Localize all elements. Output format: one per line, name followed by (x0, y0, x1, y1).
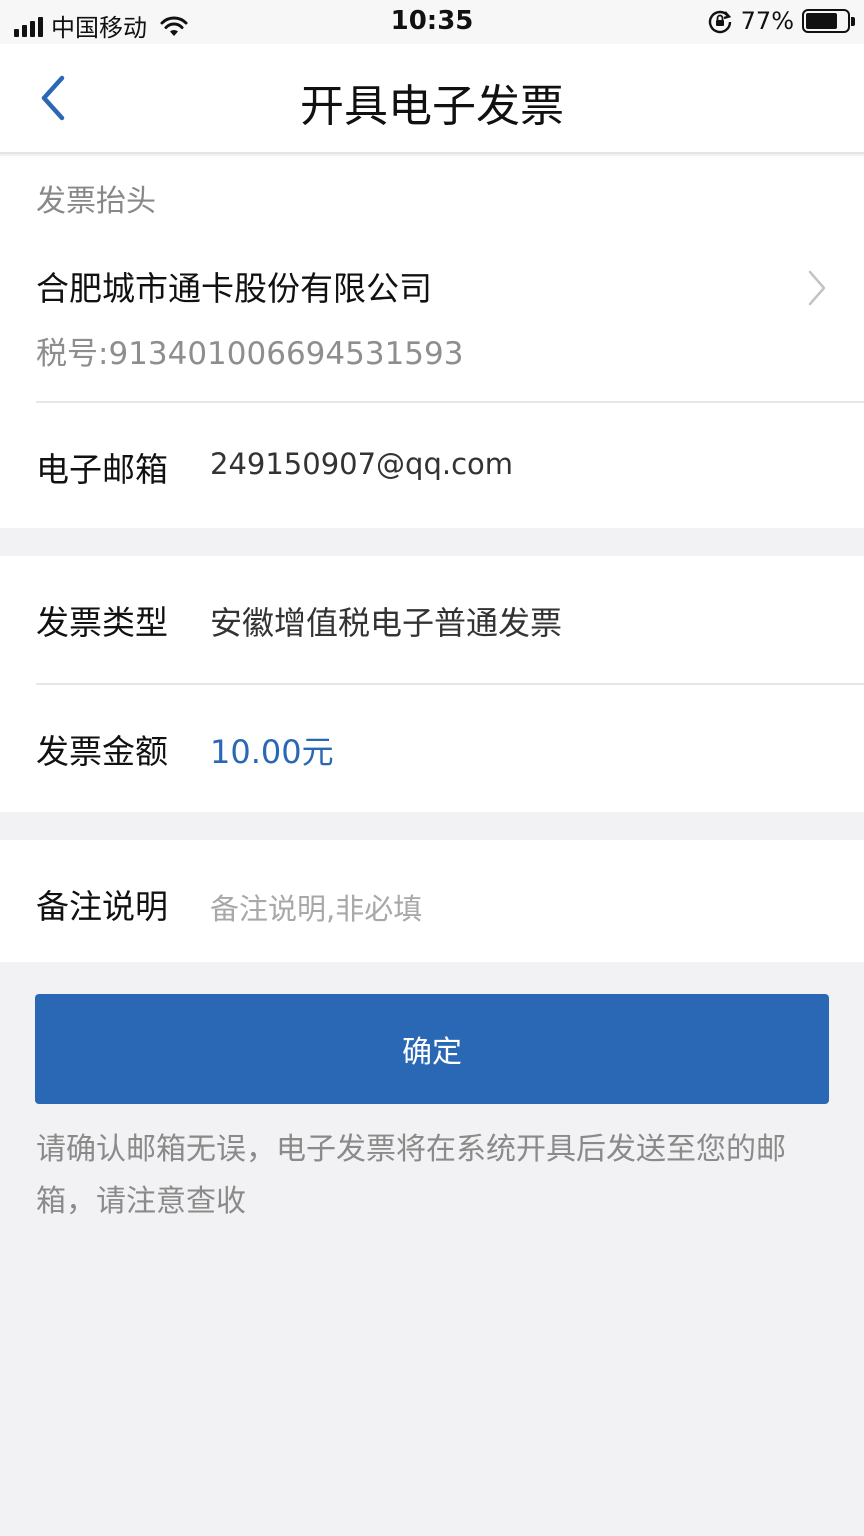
invoice-type-label: 发票类型 (36, 603, 168, 642)
rotation-lock-icon (708, 10, 731, 34)
chevron-right-icon (808, 270, 826, 306)
status-bar: 中国移动 10:35 77% (0, 0, 864, 44)
email-label: 电子邮箱 (36, 450, 168, 489)
invoice-amount-row: 发票金额 10.00元 (0, 685, 864, 812)
battery-percentage: 77% (740, 7, 794, 35)
page-title: 开具电子发票 (300, 81, 564, 132)
remark-input[interactable]: 备注说明,非必填 (210, 886, 422, 928)
invoice-type-value: 安徽增值税电子普通发票 (210, 604, 563, 642)
invoice-amount-label: 发票金额 (36, 732, 168, 771)
invoice-info-section: 发票抬头 合肥城市通卡股份有限公司 税号:913401006694531593 … (0, 156, 864, 528)
email-row[interactable]: 电子邮箱 249150907@qq.com (0, 403, 864, 528)
remark-label: 备注说明 (36, 887, 168, 926)
email-value: 249150907@qq.com (210, 447, 514, 481)
invoice-type-row: 发票类型 安徽增值税电子普通发票 (0, 556, 864, 684)
email-notice: 请确认邮箱无误，电子发票将在系统开具后发送至您的邮箱，请注意查收 (36, 1132, 786, 1219)
tax-id: 税号:913401006694531593 (36, 336, 464, 372)
invoice-amount-value: 10.00元 (210, 733, 334, 771)
confirm-button[interactable]: 确定 (35, 994, 829, 1104)
remark-section: 备注说明 备注说明,非必填 (0, 840, 864, 962)
navigation-bar: 开具电子发票 (0, 44, 864, 154)
battery-icon (802, 9, 855, 33)
invoice-header-label: 发票抬头 (36, 184, 156, 219)
invoice-header-row[interactable]: 合肥城市通卡股份有限公司 税号:913401006694531593 (0, 236, 864, 396)
company-name: 合肥城市通卡股份有限公司 (36, 269, 432, 308)
invoice-page: 中国移动 10:35 77% 开具电子发票 发票抬头 合肥城市通卡股份有限公司 … (0, 0, 864, 1536)
battery-level (806, 13, 837, 29)
status-right: 77% (707, 7, 855, 35)
invoice-detail-section: 发票类型 安徽增值税电子普通发票 发票金额 10.00元 (0, 556, 864, 812)
